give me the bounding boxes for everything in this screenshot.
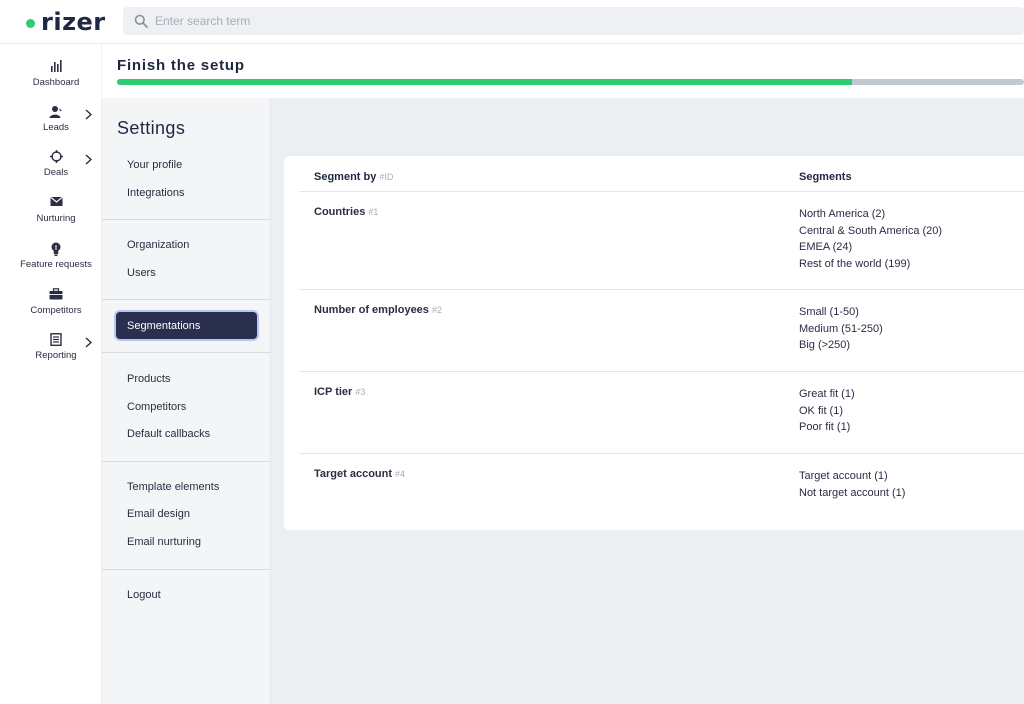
- nav-item-feature-requests[interactable]: Feature requests: [10, 242, 102, 270]
- nav-item-reporting[interactable]: Reporting: [10, 333, 102, 361]
- settings-divider: [102, 569, 271, 570]
- setup-banner: Finish the setup: [102, 44, 1024, 98]
- settings-item-logout[interactable]: Logout: [127, 589, 161, 601]
- segment-values: Small (1-50) Medium (51-250) Big (>250): [799, 304, 883, 354]
- setup-title: Finish the setup: [117, 57, 245, 74]
- segment-id: #2: [431, 305, 442, 315]
- column-header-label: Segment by: [314, 171, 377, 183]
- segment-value: Rest of the world (199): [799, 257, 911, 270]
- segment-value: North America (2): [799, 208, 886, 220]
- segment-value: Medium (51-250): [799, 322, 883, 335]
- nav-item-deals[interactable]: Deals: [10, 150, 102, 178]
- nav-label: Nurturing: [36, 213, 76, 224]
- nav-item-dashboard[interactable]: Dashboard: [10, 60, 102, 88]
- table-row-number-of-employees[interactable]: Number of employees #2 Small (1-50) Mediu…: [299, 290, 1024, 372]
- segment-name-label: ICP tier: [314, 386, 353, 398]
- segment-name: ICP tier #3: [314, 386, 365, 398]
- table-header: Segment by #ID Segments: [299, 156, 1024, 192]
- segment-name: Countries #1: [314, 206, 378, 218]
- settings-item-email-design[interactable]: Email design: [127, 508, 190, 520]
- segment-id: #1: [368, 207, 379, 217]
- settings-item-default-callbacks[interactable]: Default callbacks: [127, 428, 210, 440]
- column-header-segment-by: Segment by #ID: [314, 171, 393, 183]
- table-row-icp-tier[interactable]: ICP tier #3 Great fit (1) OK fit (1) Poor…: [299, 372, 1024, 454]
- segmentations-card: Segment by #ID Segments Countries #1 North…: [284, 156, 1024, 530]
- segment-values: Great fit (1) OK fit (1) Poor fit (1): [799, 386, 855, 436]
- bar-chart-icon: [10, 60, 102, 74]
- segment-name-label: Number of employees: [314, 304, 429, 316]
- settings-title: Settings: [117, 118, 186, 138]
- column-header-id-hint: #ID: [379, 172, 394, 182]
- segment-values: North America (2) Central & South Americ…: [799, 206, 942, 272]
- segment-id: #3: [355, 387, 366, 397]
- segment-value: Not target account (1): [799, 486, 906, 499]
- search-input[interactable]: [155, 14, 755, 28]
- segment-name-label: Countries: [314, 206, 366, 218]
- segment-value: Poor fit (1): [799, 421, 851, 433]
- settings-divider: [102, 219, 271, 220]
- nav-label: Competitors: [30, 305, 82, 316]
- setup-progress-bar: [117, 79, 1024, 85]
- segment-value: OK fit (1): [799, 404, 844, 417]
- segment-value: Great fit (1): [799, 388, 855, 400]
- top-bar: rizer: [0, 0, 1024, 44]
- settings-divider: [102, 299, 271, 300]
- chevron-right-icon: [85, 337, 93, 351]
- settings-divider: [102, 352, 271, 353]
- search-bar[interactable]: [123, 7, 1024, 35]
- table-row-target-account[interactable]: Target account #4 Target account (1) Not …: [299, 454, 1024, 530]
- settings-item-products[interactable]: Products: [127, 373, 170, 385]
- nav-label: Leads: [43, 122, 69, 133]
- segment-value: EMEA (24): [799, 241, 853, 253]
- setup-progress-fill: [117, 79, 852, 85]
- nav-item-leads[interactable]: Leads: [10, 105, 102, 133]
- nav-label: Deals: [43, 167, 69, 178]
- settings-item-email-nurturing[interactable]: Email nurturing: [127, 536, 201, 548]
- settings-item-segmentations[interactable]: Segmentations: [116, 312, 257, 339]
- nav-item-competitors[interactable]: Competitors: [10, 288, 102, 316]
- nav-item-nurturing[interactable]: Nurturing: [10, 196, 102, 224]
- nav-label: Reporting: [35, 350, 77, 361]
- segment-value: Big (>250): [799, 339, 851, 351]
- envelope-icon: [10, 196, 102, 210]
- nav-label: Feature requests: [20, 259, 92, 270]
- settings-panel: Settings Your profile Integrations Organ…: [102, 98, 271, 704]
- chevron-right-icon: [85, 109, 93, 123]
- segment-name: Target account #4: [314, 468, 405, 480]
- settings-item-competitors[interactable]: Competitors: [127, 401, 186, 413]
- table-row-countries[interactable]: Countries #1 North America (2) Central & …: [299, 192, 1024, 290]
- segment-value: Small (1-50): [799, 306, 859, 318]
- segment-values: Target account (1) Not target account (1…: [799, 468, 905, 501]
- segment-name: Number of employees #2: [314, 304, 442, 316]
- briefcase-icon: [10, 288, 102, 302]
- nav-label: Dashboard: [32, 77, 80, 88]
- settings-item-template-elements[interactable]: Template elements: [127, 481, 219, 493]
- logo-text: rizer: [41, 8, 106, 36]
- settings-item-integrations[interactable]: Integrations: [127, 187, 184, 199]
- lightbulb-icon: [10, 242, 102, 256]
- chevron-right-icon: [85, 154, 93, 168]
- settings-item-users[interactable]: Users: [127, 267, 156, 279]
- segment-value: Target account (1): [799, 470, 888, 482]
- left-nav: [0, 44, 102, 704]
- column-header-segments: Segments: [799, 171, 852, 183]
- segment-id: #4: [395, 469, 406, 479]
- settings-item-organization[interactable]: Organization: [127, 239, 189, 251]
- segment-value: Central & South America (20): [799, 224, 943, 237]
- search-icon: [123, 14, 153, 28]
- segment-name-label: Target account: [314, 468, 393, 480]
- logo[interactable]: rizer: [26, 8, 106, 36]
- settings-divider: [102, 461, 271, 462]
- logo-dot: [26, 18, 35, 28]
- settings-item-your-profile[interactable]: Your profile: [127, 159, 182, 171]
